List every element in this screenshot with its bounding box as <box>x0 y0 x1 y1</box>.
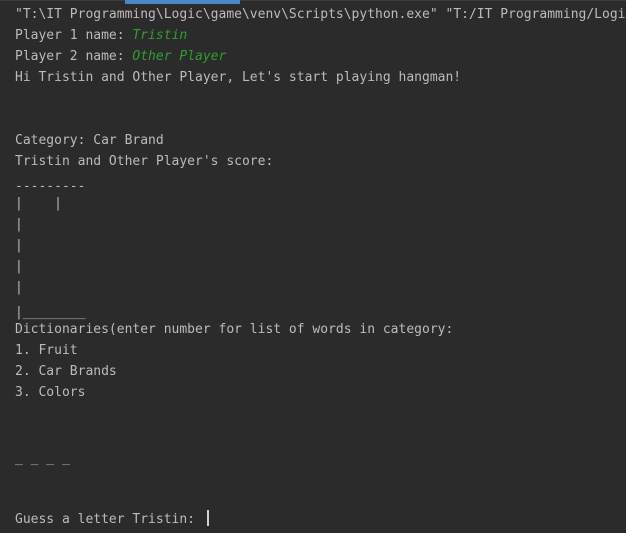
hangman-post: | <box>15 280 23 295</box>
greeting-line: Hi Tristin and Other Player, Let's start… <box>15 70 462 85</box>
text-cursor[interactable] <box>206 510 209 526</box>
run-console[interactable]: "T:\IT Programming\Logic\game\venv\Scrip… <box>0 0 626 533</box>
dictionary-item: 2. Car Brands <box>15 364 117 379</box>
dictionaries-header: Dictionaries(enter number for list of wo… <box>15 322 454 337</box>
player1-line: Player 1 name: Tristin <box>15 27 187 45</box>
category-line: Category: Car Brand <box>15 133 164 148</box>
word-blanks: _ _ _ _ <box>15 451 70 466</box>
hangman-base: |________ <box>15 305 86 320</box>
guess-line[interactable]: Guess a letter Tristin: <box>15 510 209 528</box>
hangman-post: | <box>15 217 23 232</box>
player2-line: Player 2 name: Other Player <box>15 48 226 66</box>
dictionary-item: 1. Fruit <box>15 343 78 358</box>
hangman-rope: | | <box>15 196 62 211</box>
guess-prompt: Guess a letter Tristin: <box>15 512 203 527</box>
dictionary-item: 3. Colors <box>15 385 86 400</box>
player1-name-input: Tristin <box>132 28 188 43</box>
command-line: "T:\IT Programming\Logic\game\venv\Scrip… <box>15 7 626 22</box>
hangman-post: | <box>15 259 23 274</box>
scroll-indicator[interactable] <box>125 0 240 4</box>
player2-prompt: Player 2 name: <box>15 49 133 64</box>
score-line: Tristin and Other Player's score: <box>15 154 274 169</box>
hangman-top: --------- <box>15 179 86 194</box>
hangman-post: | <box>15 238 23 253</box>
player1-prompt: Player 1 name: <box>15 28 133 43</box>
player2-name-input: Other Player <box>132 49 227 64</box>
